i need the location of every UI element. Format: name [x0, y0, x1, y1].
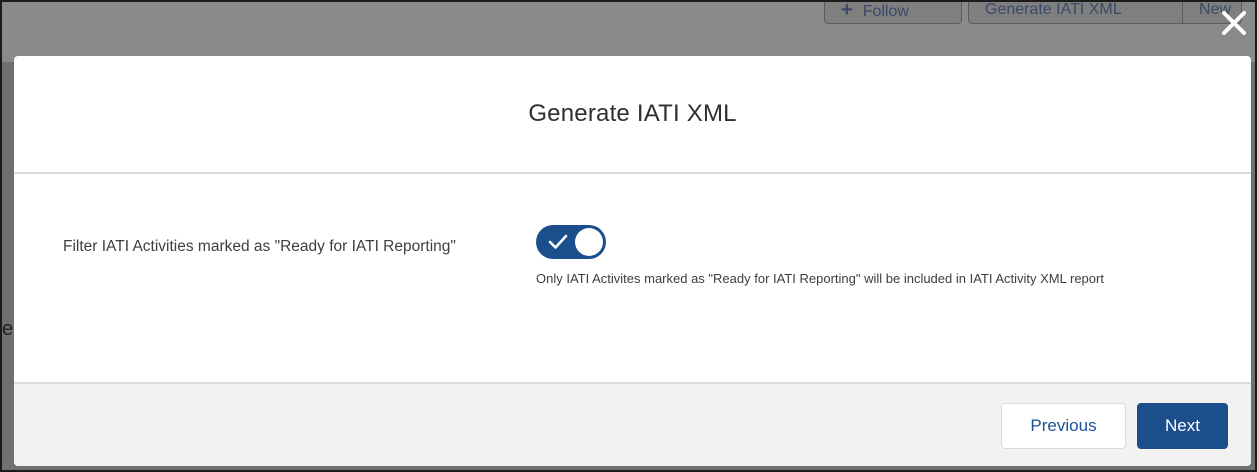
filter-help-text: Only IATI Activites marked as "Ready for… — [536, 271, 1104, 286]
previous-button[interactable]: Previous — [1001, 403, 1126, 449]
modal-footer: Previous Next — [14, 382, 1251, 466]
modal-body: Filter IATI Activities marked as "Ready … — [14, 174, 1251, 382]
ready-for-reporting-toggle[interactable] — [536, 225, 606, 259]
background-generate-button: Generate IATI XML — [968, 1, 1182, 24]
background-left-edge — [2, 62, 14, 470]
app-frame: + Follow Generate IATI XML New e Generate… — [0, 0, 1257, 472]
background-follow-label: Follow — [862, 3, 909, 20]
generate-iati-xml-modal: Generate IATI XML Filter IATI Activities… — [14, 56, 1251, 466]
close-icon[interactable] — [1219, 8, 1249, 38]
modal-title: Generate IATI XML — [528, 100, 737, 127]
background-partial-text: e — [2, 318, 14, 340]
modal-header: Generate IATI XML — [14, 56, 1251, 174]
check-icon — [548, 233, 568, 256]
toggle-knob — [575, 228, 603, 256]
background-follow-button: + Follow — [824, 0, 962, 24]
filter-label: Filter IATI Activities marked as "Ready … — [63, 238, 456, 255]
plus-icon: + — [841, 0, 853, 21]
next-button[interactable]: Next — [1137, 403, 1228, 449]
background-generate-label: Generate IATI XML — [985, 1, 1122, 18]
